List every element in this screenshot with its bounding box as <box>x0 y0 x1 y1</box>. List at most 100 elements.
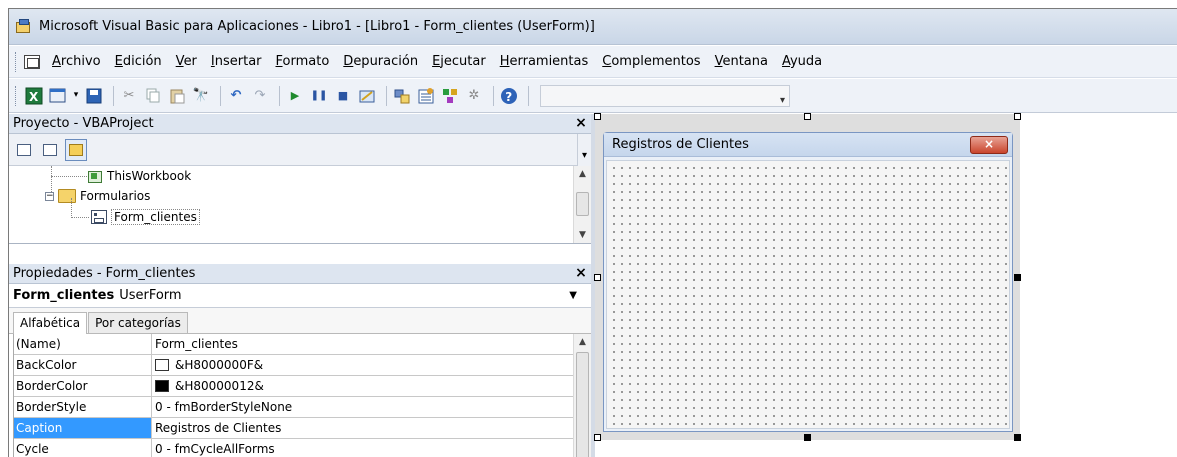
color-swatch <box>155 359 169 371</box>
close-icon[interactable]: × <box>573 115 589 131</box>
property-value[interactable]: 0 - fmCycleAllForms <box>152 439 591 457</box>
toolbox-icon[interactable]: ✲ <box>464 86 484 106</box>
chevron-down-icon[interactable]: ▼ <box>569 290 577 301</box>
menu-ayuda[interactable]: Ayuda <box>782 54 822 69</box>
menu-depuracion[interactable]: Depuración <box>343 54 418 69</box>
save-icon[interactable] <box>84 86 104 106</box>
collapse-icon[interactable]: − <box>45 191 54 201</box>
property-row[interactable]: BackColor &H8000000F& <box>14 355 591 376</box>
property-row[interactable]: Cycle 0 - fmCycleAllForms <box>14 439 591 457</box>
project-tree: ThisWorkbook − Formularios Form_clientes… <box>9 166 591 244</box>
form-window-icon[interactable] <box>24 54 40 69</box>
color-swatch <box>155 380 169 392</box>
userform-caption: Registros de Clientes <box>612 137 749 152</box>
properties-scrollbar[interactable]: ▲ <box>573 334 591 457</box>
run-icon[interactable]: ▶ <box>285 86 305 106</box>
property-value[interactable]: &H8000000F& <box>152 355 591 375</box>
menu-ejecutar[interactable]: Ejecutar <box>432 54 486 69</box>
svg-text:?: ? <box>505 90 512 104</box>
resize-handle[interactable] <box>1014 434 1021 441</box>
design-mode-icon[interactable] <box>357 86 377 106</box>
cut-icon[interactable]: ✂ <box>119 86 139 106</box>
property-row[interactable]: Caption Registros de Clientes <box>14 418 591 439</box>
project-pane-title: Proyecto - VBAProject <box>13 116 154 131</box>
toolbar-separator <box>493 85 494 106</box>
object-type: UserForm <box>119 288 182 303</box>
folder-icon <box>69 143 83 156</box>
properties-pane: Propiedades - Form_clientes × Form_clien… <box>9 264 591 457</box>
toolbar-grip[interactable] <box>15 85 18 106</box>
scroll-thumb[interactable] <box>576 352 589 457</box>
tree-node-thisworkbook[interactable]: ThisWorkbook <box>87 167 191 185</box>
tree-connector <box>51 176 87 177</box>
property-name: Caption <box>14 418 152 438</box>
scroll-thumb[interactable] <box>576 192 589 216</box>
toggle-folders-button[interactable] <box>65 138 87 161</box>
toolbar-position-box[interactable] <box>540 84 790 107</box>
menu-complementos[interactable]: Complementos <box>602 54 700 69</box>
undo-icon[interactable]: ↶ <box>226 86 246 106</box>
tree-node-formularios[interactable]: − Formularios <box>45 187 150 205</box>
resize-handle[interactable] <box>594 274 601 281</box>
resize-handle[interactable] <box>1014 274 1021 281</box>
property-name: Cycle <box>14 439 152 457</box>
resize-handle[interactable] <box>804 434 811 441</box>
object-selector[interactable]: Form_clientes UserForm ▼ <box>9 284 591 308</box>
reset-icon[interactable]: ■ <box>333 86 353 106</box>
menu-insertar[interactable]: Insertar <box>211 54 262 69</box>
paste-icon[interactable] <box>167 86 187 106</box>
resize-handle[interactable] <box>594 113 601 120</box>
scroll-up-icon[interactable]: ▲ <box>574 166 591 182</box>
menubar-grip[interactable] <box>15 51 18 72</box>
find-icon[interactable]: 🔭 <box>191 86 211 106</box>
tab-por-categorias[interactable]: Por categorías <box>88 312 188 333</box>
close-icon[interactable]: × <box>573 265 589 281</box>
resize-handle[interactable] <box>594 434 601 441</box>
chevron-down-icon[interactable]: ▾ <box>72 86 80 106</box>
project-tree-scrollbar[interactable]: ▲ ▼ <box>573 166 591 243</box>
scroll-up-icon[interactable]: ▲ <box>574 334 591 350</box>
workbook-icon <box>87 169 103 183</box>
userform-preview[interactable]: Registros de Clientes × <box>603 132 1013 432</box>
properties-icon[interactable] <box>416 86 436 106</box>
break-icon[interactable]: ❚❚ <box>309 86 329 106</box>
property-value[interactable]: Registros de Clientes <box>152 418 591 438</box>
toolbar-separator <box>113 85 114 106</box>
scroll-down-icon[interactable]: ▼ <box>574 227 591 243</box>
userform-grid-canvas[interactable] <box>606 160 1010 429</box>
tree-node-label: ThisWorkbook <box>107 169 192 183</box>
chevron-down-icon[interactable]: ▾ <box>577 134 591 166</box>
menu-ventana[interactable]: Ventana <box>715 54 768 69</box>
close-icon[interactable]: × <box>970 136 1008 154</box>
property-name: BorderStyle <box>14 397 152 417</box>
property-name: (Name) <box>14 334 152 354</box>
property-row[interactable]: BorderStyle 0 - fmBorderStyleNone <box>14 397 591 418</box>
property-value[interactable]: Form_clientes <box>152 334 591 354</box>
property-row[interactable]: BorderColor &H80000012& <box>14 376 591 397</box>
insert-userform-icon[interactable] <box>48 86 68 106</box>
property-value-text: &H80000012& <box>175 379 264 393</box>
property-value[interactable]: &H80000012& <box>152 376 591 396</box>
object-browser-icon[interactable] <box>440 86 460 106</box>
redo-icon[interactable]: ↷ <box>250 86 270 106</box>
property-value[interactable]: 0 - fmBorderStyleNone <box>152 397 591 417</box>
view-object-button[interactable] <box>39 139 61 161</box>
menu-ver[interactable]: Ver <box>176 54 197 69</box>
property-row[interactable]: (Name) Form_clientes <box>14 334 591 355</box>
menu-edicion[interactable]: Edición <box>115 54 162 69</box>
menu-formato[interactable]: Formato <box>276 54 330 69</box>
view-code-button[interactable] <box>13 139 35 161</box>
tab-alfabetica[interactable]: Alfabética <box>13 312 88 334</box>
menu-herramientas[interactable]: Herramientas <box>500 54 589 69</box>
menu-archivo[interactable]: Archivo <box>52 54 101 69</box>
properties-grid: (Name) Form_clientes BackColor &H8000000… <box>13 334 591 457</box>
resize-handle[interactable] <box>804 113 811 120</box>
copy-icon[interactable] <box>143 86 163 106</box>
project-explorer-icon[interactable] <box>392 86 412 106</box>
help-icon[interactable]: ? <box>499 86 519 106</box>
tree-node-form-clientes[interactable]: Form_clientes <box>91 208 200 226</box>
project-pane-header: Proyecto - VBAProject × <box>9 114 591 134</box>
resize-handle[interactable] <box>1014 113 1021 120</box>
excel-icon[interactable]: X <box>24 86 44 106</box>
property-value-text: &H8000000F& <box>175 358 264 372</box>
